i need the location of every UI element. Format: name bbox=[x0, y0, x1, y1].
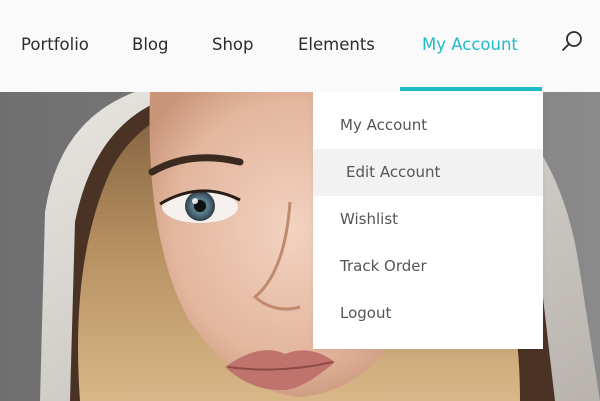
nav-item-my-account[interactable]: My Account bbox=[422, 0, 518, 92]
nav-item-blog[interactable]: Blog bbox=[132, 0, 168, 92]
nav-item-portfolio[interactable]: Portfolio bbox=[21, 0, 89, 92]
my-account-dropdown: My Account Edit Account Wishlist Track O… bbox=[313, 92, 543, 349]
main-navbar: Portfolio Blog Shop Elements My Account bbox=[0, 0, 600, 92]
dropdown-item-edit-account[interactable]: Edit Account bbox=[313, 149, 543, 196]
page: Portfolio Blog Shop Elements My Account bbox=[0, 0, 600, 401]
dropdown-item-wishlist[interactable]: Wishlist bbox=[313, 196, 543, 243]
dropdown-item-logout[interactable]: Logout bbox=[313, 290, 543, 337]
dropdown-item-track-order[interactable]: Track Order bbox=[313, 243, 543, 290]
active-nav-indicator bbox=[400, 87, 542, 91]
nav-item-shop[interactable]: Shop bbox=[212, 0, 254, 92]
search-icon bbox=[562, 31, 582, 51]
nav-item-elements[interactable]: Elements bbox=[298, 0, 375, 92]
dropdown-item-my-account[interactable]: My Account bbox=[313, 102, 543, 149]
search-button[interactable] bbox=[560, 29, 586, 55]
